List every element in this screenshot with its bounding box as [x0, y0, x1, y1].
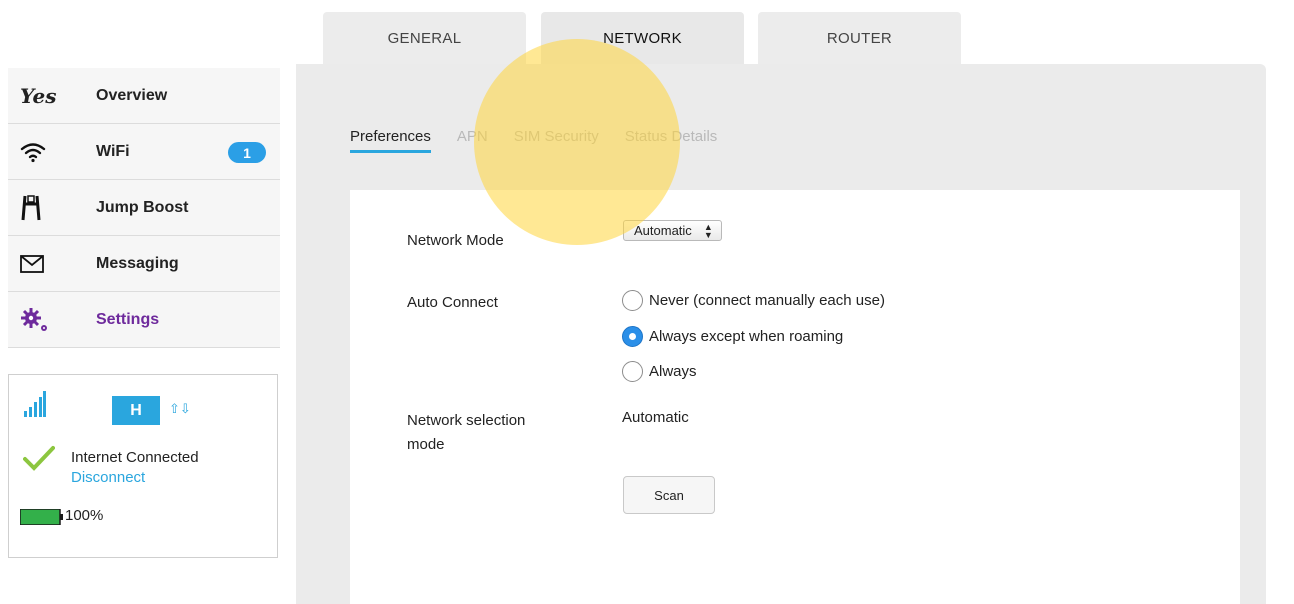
- option-except-roaming-label: Always except when roaming: [649, 328, 844, 345]
- option-always-label: Always: [649, 363, 697, 380]
- tab-network[interactable]: NETWORK: [541, 12, 744, 64]
- subtab-sim-security[interactable]: SIM Security: [514, 128, 599, 153]
- wifi-icon: [20, 141, 60, 163]
- network-type-badge: H: [112, 396, 160, 425]
- network-selection-label-line2: mode: [407, 436, 445, 453]
- option-never-label: Never (connect manually each use): [649, 292, 885, 309]
- yes-logo-icon: Yes: [20, 83, 57, 108]
- sidebar-item-overview[interactable]: Yes Overview: [8, 68, 280, 124]
- subtab-apn[interactable]: APN: [457, 128, 488, 153]
- network-selection-value: Automatic: [622, 409, 689, 426]
- select-arrows-icon: ▲ ▼: [703, 221, 713, 240]
- sidebar-item-jump-boost[interactable]: Jump Boost: [8, 180, 280, 236]
- radio-always[interactable]: [622, 361, 643, 382]
- auto-connect-option-except-roaming[interactable]: Always except when roaming: [622, 326, 843, 347]
- gear-icon: [20, 307, 60, 333]
- connection-status-text: Internet Connected: [71, 449, 199, 466]
- connection-status-panel: H ⇧⇩ Internet Connected Disconnect 100%: [8, 374, 278, 558]
- battery-level: 100%: [65, 507, 104, 524]
- envelope-icon: [20, 254, 60, 273]
- network-mode-select[interactable]: Automatic ▲ ▼: [623, 220, 722, 241]
- sidebar-item-label: Overview: [96, 86, 168, 104]
- subtab-preferences[interactable]: Preferences: [350, 128, 431, 153]
- tab-router[interactable]: ROUTER: [758, 12, 961, 64]
- sub-tab-bar: Preferences APN SIM Security Status Deta…: [350, 128, 743, 153]
- network-panel: Preferences APN SIM Security Status Deta…: [296, 64, 1266, 604]
- sidebar-item-label: Messaging: [96, 254, 179, 272]
- sidebar-item-wifi[interactable]: WiFi 1: [8, 124, 280, 180]
- data-transfer-icon: ⇧⇩: [169, 401, 191, 416]
- checkmark-icon: [23, 445, 55, 476]
- sidebar-item-label: Settings: [96, 310, 160, 328]
- signal-strength-icon: [24, 391, 46, 422]
- subtab-status-details[interactable]: Status Details: [625, 128, 718, 153]
- tab-network-label: NETWORK: [603, 29, 682, 47]
- auto-connect-option-never[interactable]: Never (connect manually each use): [622, 290, 885, 311]
- disconnect-link[interactable]: Disconnect: [71, 469, 145, 486]
- scan-button[interactable]: Scan: [623, 476, 715, 514]
- jump-boost-icon: [20, 194, 60, 222]
- battery-icon: [19, 508, 64, 530]
- wifi-count-badge: 1: [228, 142, 266, 163]
- radio-never[interactable]: [622, 290, 643, 311]
- radio-except-roaming[interactable]: [622, 326, 643, 347]
- tab-general-label: GENERAL: [387, 29, 462, 47]
- auto-connect-option-always[interactable]: Always: [622, 361, 697, 382]
- sidebar-item-label: Jump Boost: [96, 198, 189, 216]
- tab-general[interactable]: GENERAL: [323, 12, 526, 64]
- tab-router-label: ROUTER: [826, 29, 893, 47]
- network-selection-label-line1: Network selection: [407, 412, 526, 429]
- sidebar-item-settings[interactable]: Settings: [8, 292, 280, 348]
- network-mode-label: Network Mode: [407, 232, 504, 249]
- sidebar-item-label: WiFi: [96, 142, 130, 160]
- sidebar: Yes Overview WiFi 1 Jump Boost Messaging…: [8, 68, 280, 348]
- sidebar-item-messaging[interactable]: Messaging: [8, 236, 280, 292]
- auto-connect-label: Auto Connect: [407, 294, 498, 311]
- preferences-card: Network Mode Automatic ▲ ▼ Auto Connect N…: [350, 190, 1240, 604]
- network-mode-value: Automatic: [634, 223, 692, 238]
